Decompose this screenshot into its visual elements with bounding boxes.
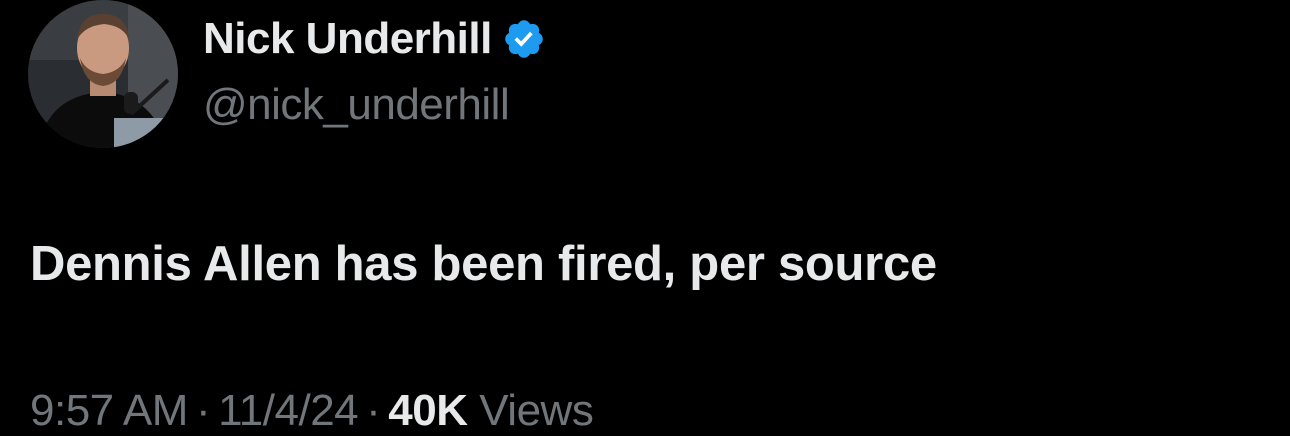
views-label: Views [479, 386, 594, 435]
tweet-card: Nick Underhill @nick_underhill Dennis Al… [0, 0, 1290, 435]
display-name-row: Nick Underhill [203, 8, 546, 70]
tweet-text: Dennis Allen has been fired, per source [30, 237, 937, 291]
tweet-time[interactable]: 9:57 AM [30, 386, 188, 435]
meta-separator: · [195, 386, 211, 435]
tweet-date[interactable]: 11/4/24 [218, 386, 359, 435]
author-handle[interactable]: @nick_underhill [203, 80, 546, 130]
author-avatar[interactable] [28, 0, 178, 148]
meta-separator: · [366, 386, 381, 435]
verified-badge-icon[interactable] [502, 17, 546, 61]
author-info: Nick Underhill @nick_underhill [203, 8, 546, 130]
author-display-name[interactable]: Nick Underhill [203, 14, 492, 64]
views-count[interactable]: 40K [388, 386, 468, 435]
profile-photo-icon [28, 0, 178, 148]
